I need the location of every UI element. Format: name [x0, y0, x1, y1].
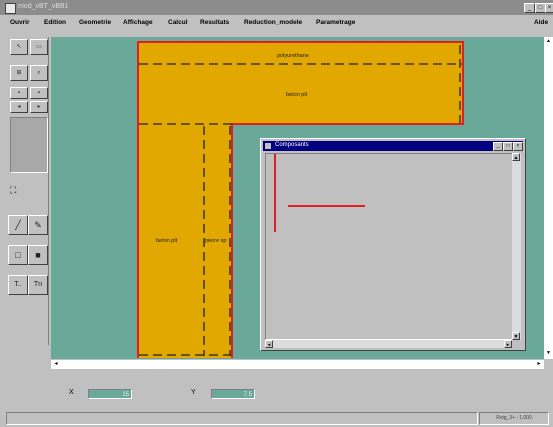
menu-reduction-modele[interactable]: Reduction_modele	[244, 19, 302, 26]
components-drawing	[274, 154, 365, 232]
components-scroll-left-icon[interactable]: ◂	[265, 340, 273, 348]
main-window: mod_vBT_vBB1 _ □ × Ouvrir Edition Geomet…	[0, 0, 553, 427]
menu-affichage[interactable]: Affichage	[123, 19, 153, 26]
scroll-left-arrow-icon[interactable]: ◂	[52, 360, 60, 369]
menu-edition[interactable]: Edition	[44, 19, 66, 26]
title-bar: mod_vBT_vBB1 _ □ ×	[0, 0, 553, 15]
filled-rectangle-icon[interactable]: ■	[28, 245, 48, 265]
components-maximize-button[interactable]: □	[503, 142, 513, 151]
menu-parametrage[interactable]: Parametrage	[316, 19, 355, 26]
label-top-strip: polyurethane	[277, 53, 309, 59]
components-scroll-up-icon[interactable]: ▲	[512, 153, 520, 161]
horizontal-scrollbar[interactable]: ◂ ▸	[51, 360, 544, 369]
components-minimize-button[interactable]: _	[493, 142, 503, 151]
menu-aide[interactable]: Aide	[534, 19, 548, 26]
components-window[interactable]: Composants _ □ × ▲ ▼ ◂ ▸	[260, 138, 526, 351]
menu-ouvrir[interactable]: Ouvrir	[10, 19, 30, 26]
vertical-scrollbar[interactable]: ▲ ▼	[544, 37, 553, 359]
zoom-fit-icon[interactable]: ⊞	[10, 65, 28, 81]
fit-view-icon[interactable]: ⛶	[10, 185, 16, 196]
y-coord-label: Y	[191, 389, 196, 396]
label-top-band: beton plt	[286, 92, 308, 98]
select-box-icon[interactable]: ▭	[30, 39, 48, 55]
y-coord-field[interactable]: 7.5	[211, 389, 255, 399]
text-icon[interactable]: T..	[8, 275, 28, 295]
components-horizontal-scrollbar[interactable]: ◂ ▸	[265, 340, 512, 348]
tool-d-icon[interactable]: ▸	[30, 101, 48, 113]
components-vertical-scrollbar[interactable]: ▲ ▼	[512, 153, 521, 340]
scroll-up-arrow-icon[interactable]: ▲	[545, 38, 552, 46]
components-scroll-right-icon[interactable]: ▸	[504, 340, 512, 348]
scroll-right-arrow-icon[interactable]: ▸	[535, 360, 543, 369]
components-window-icon[interactable]	[265, 143, 271, 149]
status-right-panel: Rvtg_3+ : 1,000	[479, 412, 549, 425]
components-scroll-down-icon[interactable]: ▼	[512, 332, 520, 340]
components-title-bar[interactable]: Composants _ □ ×	[263, 141, 523, 151]
menu-resultats[interactable]: Resultats	[200, 19, 229, 26]
x-coord-field[interactable]: 15	[88, 389, 132, 399]
x-coord-label: X	[69, 389, 74, 396]
line-icon[interactable]: ╱	[8, 215, 28, 235]
rectangle-icon[interactable]: □	[8, 245, 28, 265]
window-title: mod_vBT_vBB1	[18, 3, 69, 10]
label-middle-column: pierre sp	[205, 238, 227, 244]
menu-calcul[interactable]: Calcul	[168, 19, 188, 26]
menu-bar: Ouvrir Edition Geometrie Affichage Calcu…	[0, 15, 553, 31]
tool-a-icon[interactable]: ▪	[10, 87, 28, 99]
toolbox: ↖ ▭ ⊞ ⌕ ▪ ▪ ◂ ▸ ⛶ ╱ ✎ □ ■ T.. Tn	[6, 37, 49, 345]
close-button[interactable]: ×	[545, 3, 553, 13]
cursor-icon[interactable]: ↖	[10, 39, 28, 55]
tool-b-icon[interactable]: ▪	[30, 87, 48, 99]
app-icon[interactable]	[5, 3, 16, 14]
zoom-icon[interactable]: ⌕	[30, 65, 48, 81]
status-bar	[6, 412, 478, 425]
components-canvas[interactable]	[265, 153, 513, 340]
components-close-button[interactable]: ×	[513, 142, 523, 151]
text-alt-icon[interactable]: Tn	[28, 275, 48, 295]
pencil-icon[interactable]: ✎	[28, 215, 48, 235]
menu-geometrie[interactable]: Geometrie	[79, 19, 111, 26]
tool-c-icon[interactable]: ◂	[10, 101, 28, 113]
scroll-down-arrow-icon[interactable]: ▼	[545, 350, 552, 358]
toolbox-well	[10, 117, 48, 173]
components-title: Composants	[275, 142, 309, 148]
label-left-column: beton plt	[156, 238, 178, 244]
minimize-button[interactable]: _	[524, 3, 535, 13]
